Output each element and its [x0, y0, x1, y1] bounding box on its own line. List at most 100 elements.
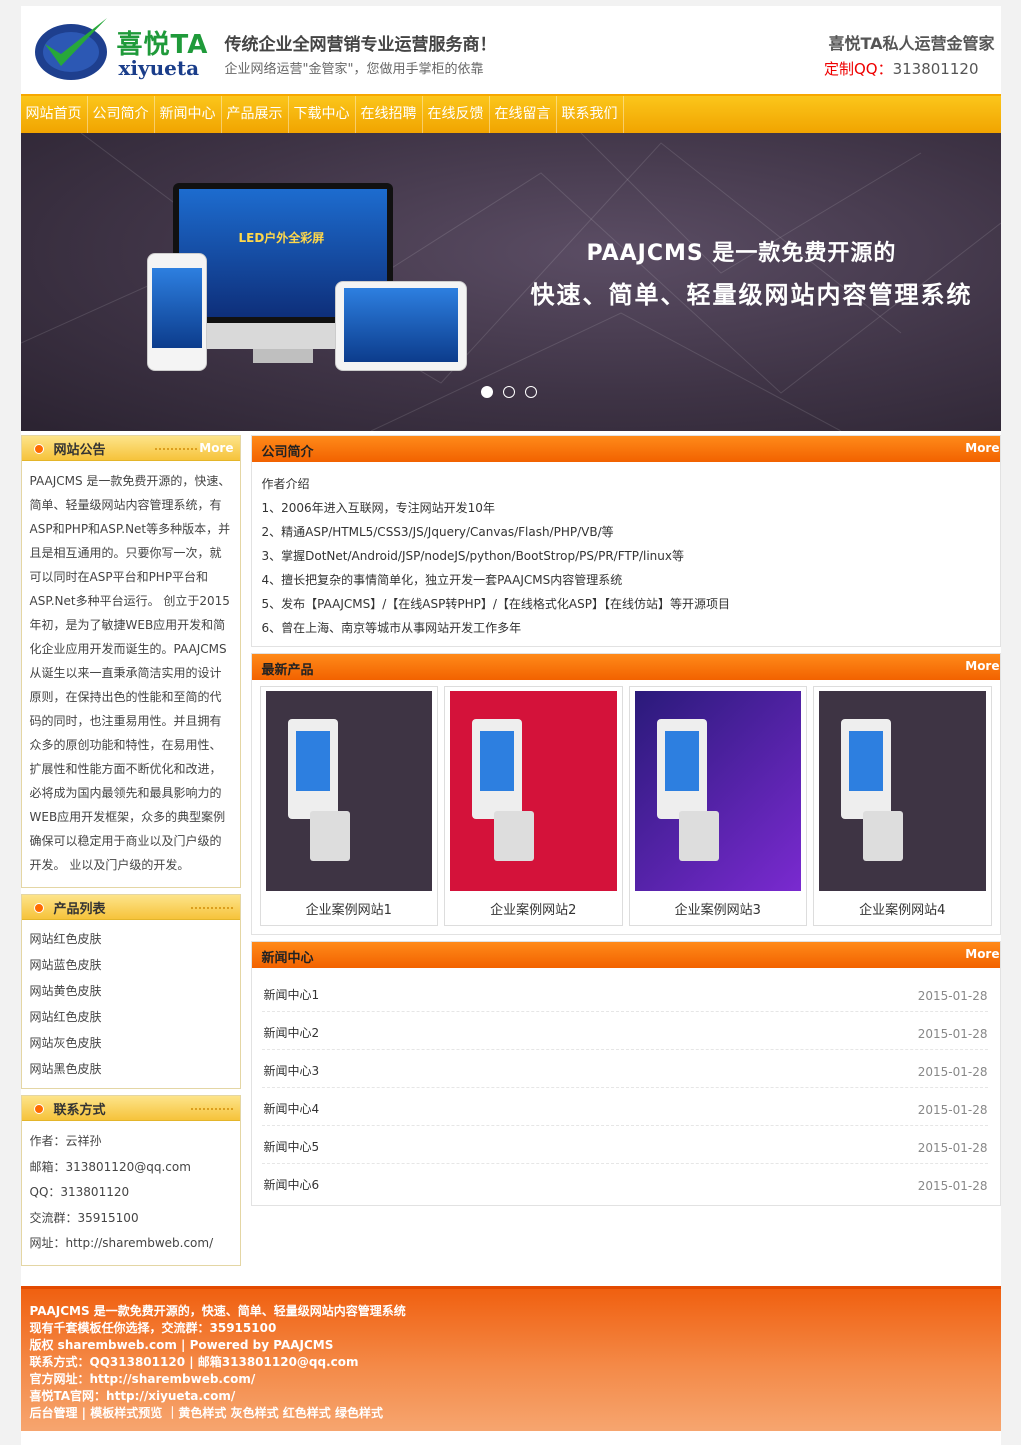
news-row[interactable]: 新闻中心3 2015-01-28 — [261, 1050, 988, 1088]
product-list-item[interactable]: 网站蓝色皮肤 — [30, 952, 232, 978]
intro-line: 4、擅长把复杂的事情简单化，独立开发一套PAAJCMS内容管理系统 — [261, 573, 623, 587]
logo-check-icon[interactable] — [31, 14, 111, 82]
news-item-title[interactable]: 新闻中心1 — [264, 986, 320, 1003]
footer-website-link[interactable]: 官方网址：http://sharembweb.com/ — [30, 1371, 1001, 1388]
intro-line: 作者介绍 — [261, 477, 310, 491]
news-item-title[interactable]: 新闻中心2 — [264, 1024, 320, 1041]
product-thumbnail[interactable] — [634, 691, 801, 891]
product-card[interactable]: 企业案例网站2 — [444, 686, 623, 926]
news-header: 新闻中心 More — [251, 942, 1000, 968]
news-item-date: 2015-01-28 — [917, 1141, 988, 1155]
news-item-date: 2015-01-28 — [917, 1027, 988, 1041]
notice-text: PAAJCMS 是一款免费开源的，快速、简单、轻量级网站内容管理系统，有ASP和… — [29, 474, 231, 872]
product-card[interactable]: 企业案例网站4 — [813, 686, 992, 926]
notice-box: 网站公告 More PAAJCMS 是一款免费开源的，快速、简单、轻量级网站内容… — [20, 435, 241, 888]
nav-item-guestbook[interactable]: 在线留言 — [490, 96, 557, 133]
news-item-title[interactable]: 新闻中心6 — [264, 1176, 320, 1193]
page: 喜悦TA xiyueta 传统企业全网营销专业运营服务商！ 企业网络运营"金管家… — [20, 0, 1001, 1445]
news-item-date: 2015-01-28 — [917, 1103, 988, 1117]
product-card[interactable]: 企业案例网站1 — [259, 686, 438, 926]
bullet-icon — [33, 903, 44, 913]
products-box: 最新产品 More 企业案例网站1 企业案例网站2 企业案例网站3 企业案例网站… — [250, 653, 1001, 935]
nav-item-products[interactable]: 产品展示 — [222, 96, 289, 133]
product-list-item[interactable]: 网站黑色皮肤 — [30, 1056, 232, 1082]
footer-line: 现有千套模板任你选择，交流群：35915100 — [29, 1321, 277, 1335]
news-item-title[interactable]: 新闻中心4 — [264, 1100, 320, 1117]
footer-official-link[interactable]: 喜悦TA官网：http://xiyueta.com/ — [30, 1388, 1001, 1405]
news-row[interactable]: 新闻中心1 2015-01-28 — [261, 974, 988, 1012]
nav-item-home[interactable]: 网站首页 — [21, 96, 88, 133]
slider-dots — [480, 386, 537, 398]
header: 喜悦TA xiyueta 传统企业全网营销专业运营服务商！ 企业网络运营"金管家… — [20, 0, 1001, 94]
news-row[interactable]: 新闻中心4 2015-01-28 — [261, 1088, 988, 1126]
news-item-date: 2015-01-28 — [917, 989, 988, 1003]
product-list-header: 产品列表 — [21, 895, 240, 920]
news-box: 新闻中心 More 新闻中心1 2015-01-28 新闻中心2 2015-01-2… — [250, 941, 1001, 1206]
hero-banner[interactable]: LED户外全彩屏 PAAJCMS 是一款免费开源的 快速、简单、轻量级网站内容管… — [20, 133, 1001, 431]
news-item-title[interactable]: 新闻中心5 — [264, 1138, 320, 1155]
dotted-line — [153, 447, 198, 451]
intro-line: 5、发布【PAAJCMS】/【在线ASP转PHP】/【在线格式化ASP】【在线仿… — [261, 597, 730, 611]
nav-item-about[interactable]: 公司简介 — [88, 96, 155, 133]
product-list-box: 产品列表 网站红色皮肤 网站蓝色皮肤 网站黄色皮肤 网站红色皮肤 网站灰色皮肤 … — [20, 894, 241, 1089]
footer-admin-links[interactable]: 后台管理 | 模板样式预览 ｜黄色样式 灰色样式 红色样式 绿色样式 — [30, 1405, 1001, 1422]
left-sidebar: 网站公告 More PAAJCMS 是一款免费开源的，快速、简单、轻量级网站内容… — [20, 435, 241, 1272]
header-contact-qq: 定制QQ：313801120 — [824, 58, 979, 79]
product-list-item[interactable]: 网站黄色皮肤 — [30, 978, 232, 1004]
news-row[interactable]: 新闻中心2 2015-01-28 — [261, 1012, 988, 1050]
company-box: 公司简介 More 作者介绍 1、2006年进入互联网，专注网站开发10年 2、… — [250, 435, 1001, 647]
product-thumbnail[interactable] — [265, 691, 432, 891]
products-more-link[interactable]: More — [965, 659, 999, 673]
nav-item-news[interactable]: 新闻中心 — [155, 96, 222, 133]
footer-contact: 联系方式：QQ313801120 | 邮箱313801120@qq.com — [29, 1355, 359, 1369]
product-card[interactable]: 企业案例网站3 — [628, 686, 807, 926]
company-intro: 作者介绍 1、2006年进入互联网，专注网站开发10年 2、精通ASP/HTML… — [252, 462, 1000, 646]
nav-item-contact[interactable]: 联系我们 — [557, 96, 624, 133]
site-subslogan: 企业网络运营"金管家"，您做用手掌柜的依靠 — [224, 62, 484, 77]
slider-dot-1[interactable] — [480, 386, 493, 398]
bullet-icon — [33, 444, 44, 454]
contact-author: 作者：云祥孙 — [29, 1134, 102, 1148]
contact-title: 联系方式 — [53, 1103, 106, 1118]
news-item-date: 2015-01-28 — [917, 1179, 988, 1193]
nav-item-jobs[interactable]: 在线招聘 — [356, 96, 423, 133]
news-row[interactable]: 新闻中心6 2015-01-28 — [262, 1164, 988, 1201]
product-name[interactable]: 企业案例网站3 — [630, 891, 807, 918]
contact-qq: QQ：313801120 — [29, 1185, 130, 1200]
products-header: 最新产品 More — [251, 654, 1000, 680]
product-name[interactable]: 企业案例网站1 — [261, 891, 438, 918]
news-row[interactable]: 新闻中心5 2015-01-28 — [261, 1126, 988, 1164]
products-grid: 企业案例网站1 企业案例网站2 企业案例网站3 企业案例网站4 — [252, 680, 1000, 934]
product-list-item[interactable]: 网站灰色皮肤 — [30, 1030, 232, 1056]
products-title: 最新产品 — [261, 663, 314, 678]
product-thumbnail[interactable] — [450, 691, 617, 891]
product-list-item[interactable]: 网站红色皮肤 — [30, 926, 232, 952]
product-list-item[interactable]: 网站红色皮肤 — [30, 1004, 232, 1030]
notice-title: 网站公告 — [53, 443, 106, 458]
company-header: 公司简介 More — [251, 436, 1000, 462]
contact-website[interactable]: 网址：http://sharembweb.com/ — [30, 1231, 232, 1257]
news-more-link[interactable]: More — [965, 947, 999, 961]
company-more-link[interactable]: More — [965, 441, 999, 455]
product-name[interactable]: 企业案例网站2 — [445, 891, 622, 918]
nav-item-download[interactable]: 下载中心 — [289, 96, 356, 133]
monitor-screen-text: LED户外全彩屏 — [238, 231, 325, 245]
slider-dot-2[interactable] — [502, 386, 515, 398]
site-slogan: 传统企业全网营销专业运营服务商！ — [224, 35, 497, 55]
product-list-title: 产品列表 — [53, 902, 106, 917]
news-item-title[interactable]: 新闻中心3 — [264, 1062, 320, 1079]
monitor-foot — [252, 349, 313, 363]
banner-headline: PAAJCMS 是一款免费开源的 — [586, 241, 897, 266]
logo-name-en[interactable]: xiyueta — [119, 56, 200, 80]
slider-dot-3[interactable] — [524, 386, 537, 398]
footer: PAAJCMS 是一款免费开源的，快速、简单、轻量级网站内容管理系统 现有千套模… — [20, 1286, 1001, 1431]
contact-header: 联系方式 — [21, 1096, 240, 1121]
content-area: 网站公告 More PAAJCMS 是一款免费开源的，快速、简单、轻量级网站内容… — [20, 431, 1001, 1272]
product-name[interactable]: 企业案例网站4 — [814, 891, 991, 918]
contact-box: 联系方式 作者：云祥孙 邮箱：313801120@qq.com QQ：31380… — [20, 1095, 241, 1266]
footer-copyright: 版权 sharembweb.com | Powered by PAAJCMS — [29, 1338, 334, 1352]
notice-more-link[interactable]: More — [199, 441, 233, 455]
nav-item-feedback[interactable]: 在线反馈 — [423, 96, 490, 133]
contact-list: 作者：云祥孙 邮箱：313801120@qq.com QQ：313801120 … — [22, 1121, 240, 1265]
product-thumbnail[interactable] — [819, 691, 986, 891]
